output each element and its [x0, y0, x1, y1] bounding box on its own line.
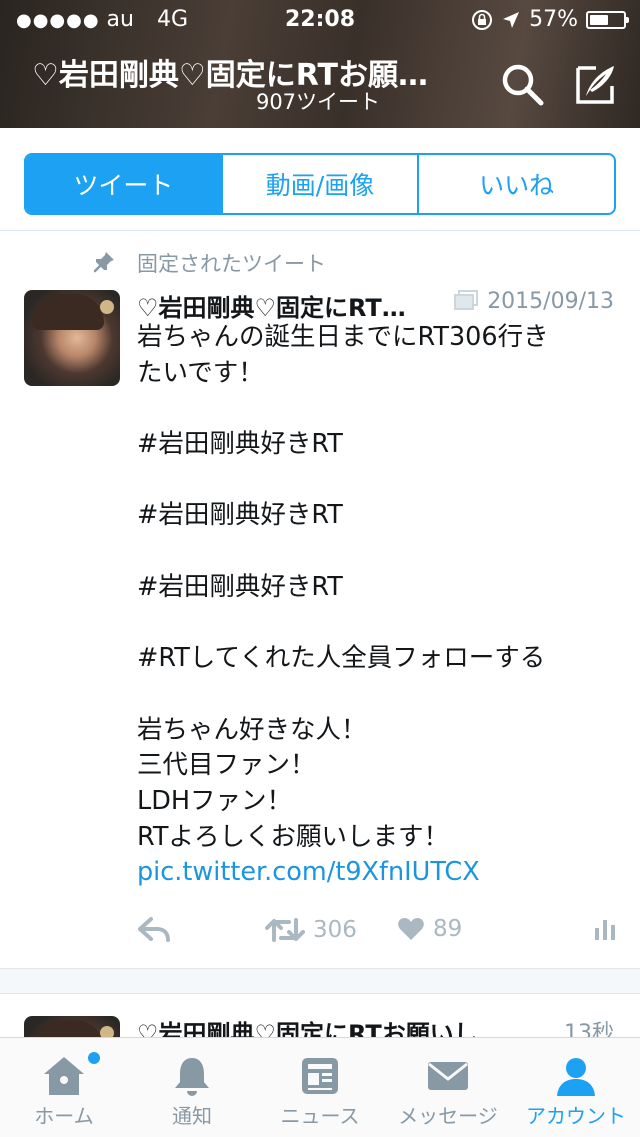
hashtag[interactable]: #岩田剛典好きRT [137, 427, 617, 463]
tweet-line: LDHファン！ [137, 786, 293, 817]
timeline-separator [0, 968, 640, 994]
hashtag[interactable]: #RTしてくれた人全員フォローする [137, 641, 617, 677]
tab-media[interactable]: 動画/画像 [223, 155, 420, 213]
tab-label: メッセージ [398, 1104, 498, 1128]
tweet-line: 岩ちゃん好きな人！ [137, 714, 367, 745]
tweet-date: 2015/09/13 [487, 289, 614, 314]
tab-notifications[interactable]: 通知 [128, 1038, 256, 1137]
battery-percent: 57% [529, 7, 578, 32]
tab-home[interactable]: ホーム [0, 1038, 128, 1137]
pin-icon [93, 252, 114, 273]
tab-account[interactable]: アカウント [512, 1038, 640, 1137]
tab-label: ニュース [280, 1104, 360, 1128]
avatar[interactable] [24, 290, 120, 386]
compose-tweet-icon[interactable] [572, 60, 620, 108]
reply-button[interactable] [137, 916, 171, 942]
reply-icon [138, 917, 170, 942]
hashtag[interactable]: #岩田剛典好きRT [137, 570, 617, 606]
location-icon [503, 11, 520, 28]
retweet-icon [265, 918, 305, 942]
tab-news[interactable]: ニュース [256, 1038, 384, 1137]
home-icon [44, 1057, 84, 1095]
tab-label: アカウント [526, 1104, 626, 1128]
media-gallery-icon [454, 290, 479, 310]
heart-icon [398, 918, 424, 940]
tab-messages[interactable]: メッセージ [384, 1038, 512, 1137]
pinned-label: 固定されたツイート [137, 252, 326, 276]
tab-label: 通知 [172, 1104, 212, 1128]
tweet-line [137, 606, 617, 642]
envelope-icon [428, 1062, 468, 1090]
analytics-icon [595, 920, 615, 940]
tweet-line [137, 463, 617, 499]
news-icon [302, 1058, 338, 1094]
tweet-media-link[interactable]: pic.twitter.com/t9XfnIUTCX [137, 855, 617, 891]
tweet-text: 岩ちゃんの誕生日までにRT306行き たいです！ #岩田剛典好きRT #岩田剛典… [137, 320, 617, 891]
tweet-line: 岩ちゃんの誕生日までにRT306行き [137, 322, 549, 352]
analytics-button[interactable] [593, 916, 617, 942]
tweet-line: たいです！ [137, 357, 264, 388]
person-icon [557, 1058, 595, 1096]
tab-label: ホーム [34, 1104, 94, 1128]
bottom-tab-bar: ホーム 通知 ニュース メッセージ アカウント [0, 1037, 640, 1137]
like-count: 89 [433, 916, 463, 942]
tweet-line: 三代目ファン！ [137, 750, 316, 781]
tweet-line [137, 391, 617, 427]
hashtag[interactable]: #岩田剛典好きRT [137, 498, 617, 534]
battery-icon [586, 10, 629, 29]
tweet-author-name[interactable]: ♡岩田剛典♡固定にRT… [137, 288, 406, 323]
tweet-actions: 306 89 [137, 910, 617, 954]
divider [0, 230, 640, 231]
profile-tabs: ツイート 動画/画像 いいね [24, 153, 616, 215]
like-button[interactable]: 89 [397, 916, 462, 942]
tab-likes[interactable]: いいね [419, 155, 614, 213]
retweet-button[interactable]: 306 [265, 916, 357, 944]
profile-header: ●●●●● au 4G 22:08 57% ♡岩田剛典♡固定にRTお願… 907… [0, 0, 640, 128]
tweet-line [137, 677, 617, 713]
tweet-timestamp: 2015/09/13 [453, 289, 614, 314]
tweet-line: RTよろしくお願いします！ [137, 821, 449, 852]
notification-dot [86, 1050, 102, 1066]
rotation-lock-icon [472, 9, 493, 30]
status-bar: ●●●●● au 4G 22:08 57% [0, 0, 640, 40]
pinned-indicator: 固定されたツイート [0, 244, 640, 280]
retweet-count: 306 [313, 917, 357, 943]
search-icon[interactable] [498, 60, 546, 108]
bell-icon [175, 1058, 209, 1096]
tweet-line [137, 534, 617, 570]
tab-tweets[interactable]: ツイート [26, 155, 223, 213]
